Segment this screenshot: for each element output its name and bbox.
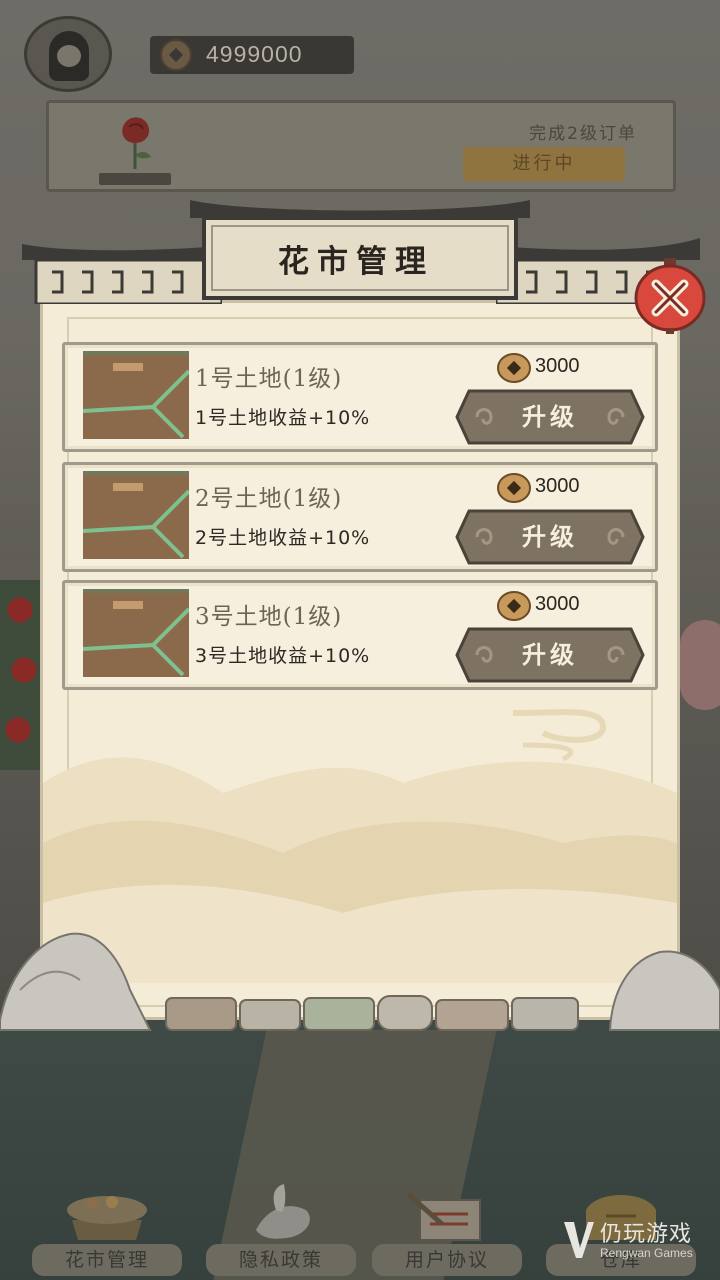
land-plot-icon xyxy=(83,471,189,559)
flower-cart-icon xyxy=(67,1196,147,1240)
order-panel: 完成2级订单 进行中 xyxy=(46,100,676,192)
player-avatar[interactable] xyxy=(24,16,112,92)
copper-coin-icon xyxy=(497,353,531,383)
land-name: 1号土地(1级) xyxy=(195,366,343,392)
upgrade-label: 升级 xyxy=(522,522,578,551)
copper-coin-icon xyxy=(497,591,531,621)
rock-border-decoration xyxy=(0,932,720,1031)
land-name: 3号土地(1级) xyxy=(195,604,343,630)
nav-privacy-policy[interactable]: 隐私政策 xyxy=(206,1180,356,1280)
upgrade-cost: 3000 xyxy=(535,593,580,615)
nav-flower-market[interactable]: 花市管理 xyxy=(32,1180,182,1280)
land-row-2: 2号土地(1级) 2号土地收益+10% 3000 升级 xyxy=(62,462,658,572)
land-bonus: 1号土地收益+10% xyxy=(195,407,371,429)
rose-icon xyxy=(122,117,151,169)
land-name: 2号土地(1级) xyxy=(195,486,343,512)
land-row-1: 1号土地(1级) 1号土地收益+10% 3000 升级 xyxy=(62,342,658,452)
avatar-portrait xyxy=(49,31,89,81)
background-pig xyxy=(680,620,720,710)
upgrade-cost: 3000 xyxy=(535,355,580,377)
nav-label: 用户协议 xyxy=(372,1244,522,1276)
land-row-3: 3号土地(1级) 3号土地收益+10% 3000 升级 xyxy=(62,580,658,690)
upgrade-label: 升级 xyxy=(522,402,578,431)
land-bonus: 3号土地收益+10% xyxy=(195,645,371,667)
nav-label: 隐私政策 xyxy=(206,1244,356,1276)
upgrade-label: 升级 xyxy=(522,640,578,669)
coin-amount: 4999000 xyxy=(206,41,303,67)
item-count-bar xyxy=(99,173,171,185)
land-bonus: 2号土地收益+10% xyxy=(195,527,371,549)
watermark: 仍玩游戏 Rengwan Games xyxy=(560,1214,720,1270)
watermark-subtext: Rengwan Games xyxy=(600,1246,693,1260)
watermark-logo-icon xyxy=(564,1222,594,1258)
coin-balance: 4999000 xyxy=(150,36,354,74)
dialog-title: 花市管理 xyxy=(278,244,434,280)
copper-coin-icon xyxy=(497,473,531,503)
dove-icon xyxy=(256,1184,310,1239)
order-task: 完成2级订单 xyxy=(529,124,637,144)
land-plot-icon xyxy=(83,589,189,677)
nav-label: 花市管理 xyxy=(32,1244,182,1276)
land-plot-icon xyxy=(83,351,189,439)
scroll-brush-icon xyxy=(406,1192,481,1241)
nav-user-agreement[interactable]: 用户协议 xyxy=(372,1180,522,1280)
close-button[interactable] xyxy=(634,258,706,334)
upgrade-cost: 3000 xyxy=(535,475,580,497)
watermark-text: 仍玩游戏 xyxy=(600,1222,693,1247)
copper-coin-icon xyxy=(160,39,192,71)
order-status-button[interactable]: 进行中 xyxy=(463,147,625,181)
